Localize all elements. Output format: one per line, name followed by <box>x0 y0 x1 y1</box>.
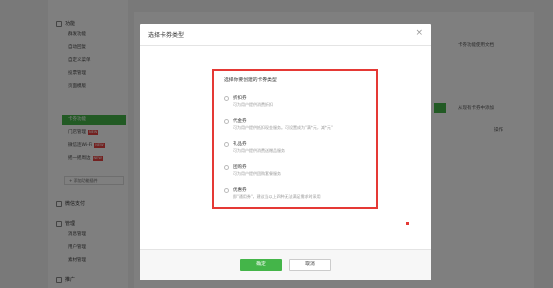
cancel-button[interactable]: 取消 <box>289 259 331 271</box>
option-desc: 可为用户提供团购套餐服务 <box>233 171 281 176</box>
option-name: 代金券 <box>233 119 247 124</box>
type-prompt: 选择你要创建的卡券类型 <box>224 78 277 83</box>
radio-button[interactable] <box>224 165 229 170</box>
radio-button[interactable] <box>224 96 229 101</box>
radio-button[interactable] <box>224 142 229 147</box>
option-name: 优惠券 <box>233 188 247 193</box>
red-marker <box>406 222 409 225</box>
dialog-footer: 确定 取消 <box>140 249 431 280</box>
option-desc: 可为用户提供消费折扣 <box>233 102 273 107</box>
option-desc: 可为用户提供抵扣现金服务。可设置成为"满*元，减*元" <box>233 125 333 130</box>
card-type-dialog: 选择卡券类型 × 选择你要创建的卡券类型 折扣券 可为用户提供消费折扣 代金券 … <box>140 24 431 280</box>
dialog-title: 选择卡券类型 <box>148 32 185 39</box>
radio-button[interactable] <box>224 119 229 124</box>
close-icon[interactable]: × <box>415 28 423 38</box>
option-name: 团购券 <box>233 165 247 170</box>
option-desc: 即"通用券"，建议当以上四种无法满足需求时采用 <box>233 194 321 199</box>
option-desc: 可为用户提供消费送赠品服务 <box>233 148 285 153</box>
option-name: 礼品券 <box>233 142 247 147</box>
radio-button[interactable] <box>224 188 229 193</box>
option-name: 折扣券 <box>233 96 247 101</box>
dialog-header: 选择卡券类型 × <box>140 24 431 46</box>
confirm-button[interactable]: 确定 <box>240 259 282 271</box>
